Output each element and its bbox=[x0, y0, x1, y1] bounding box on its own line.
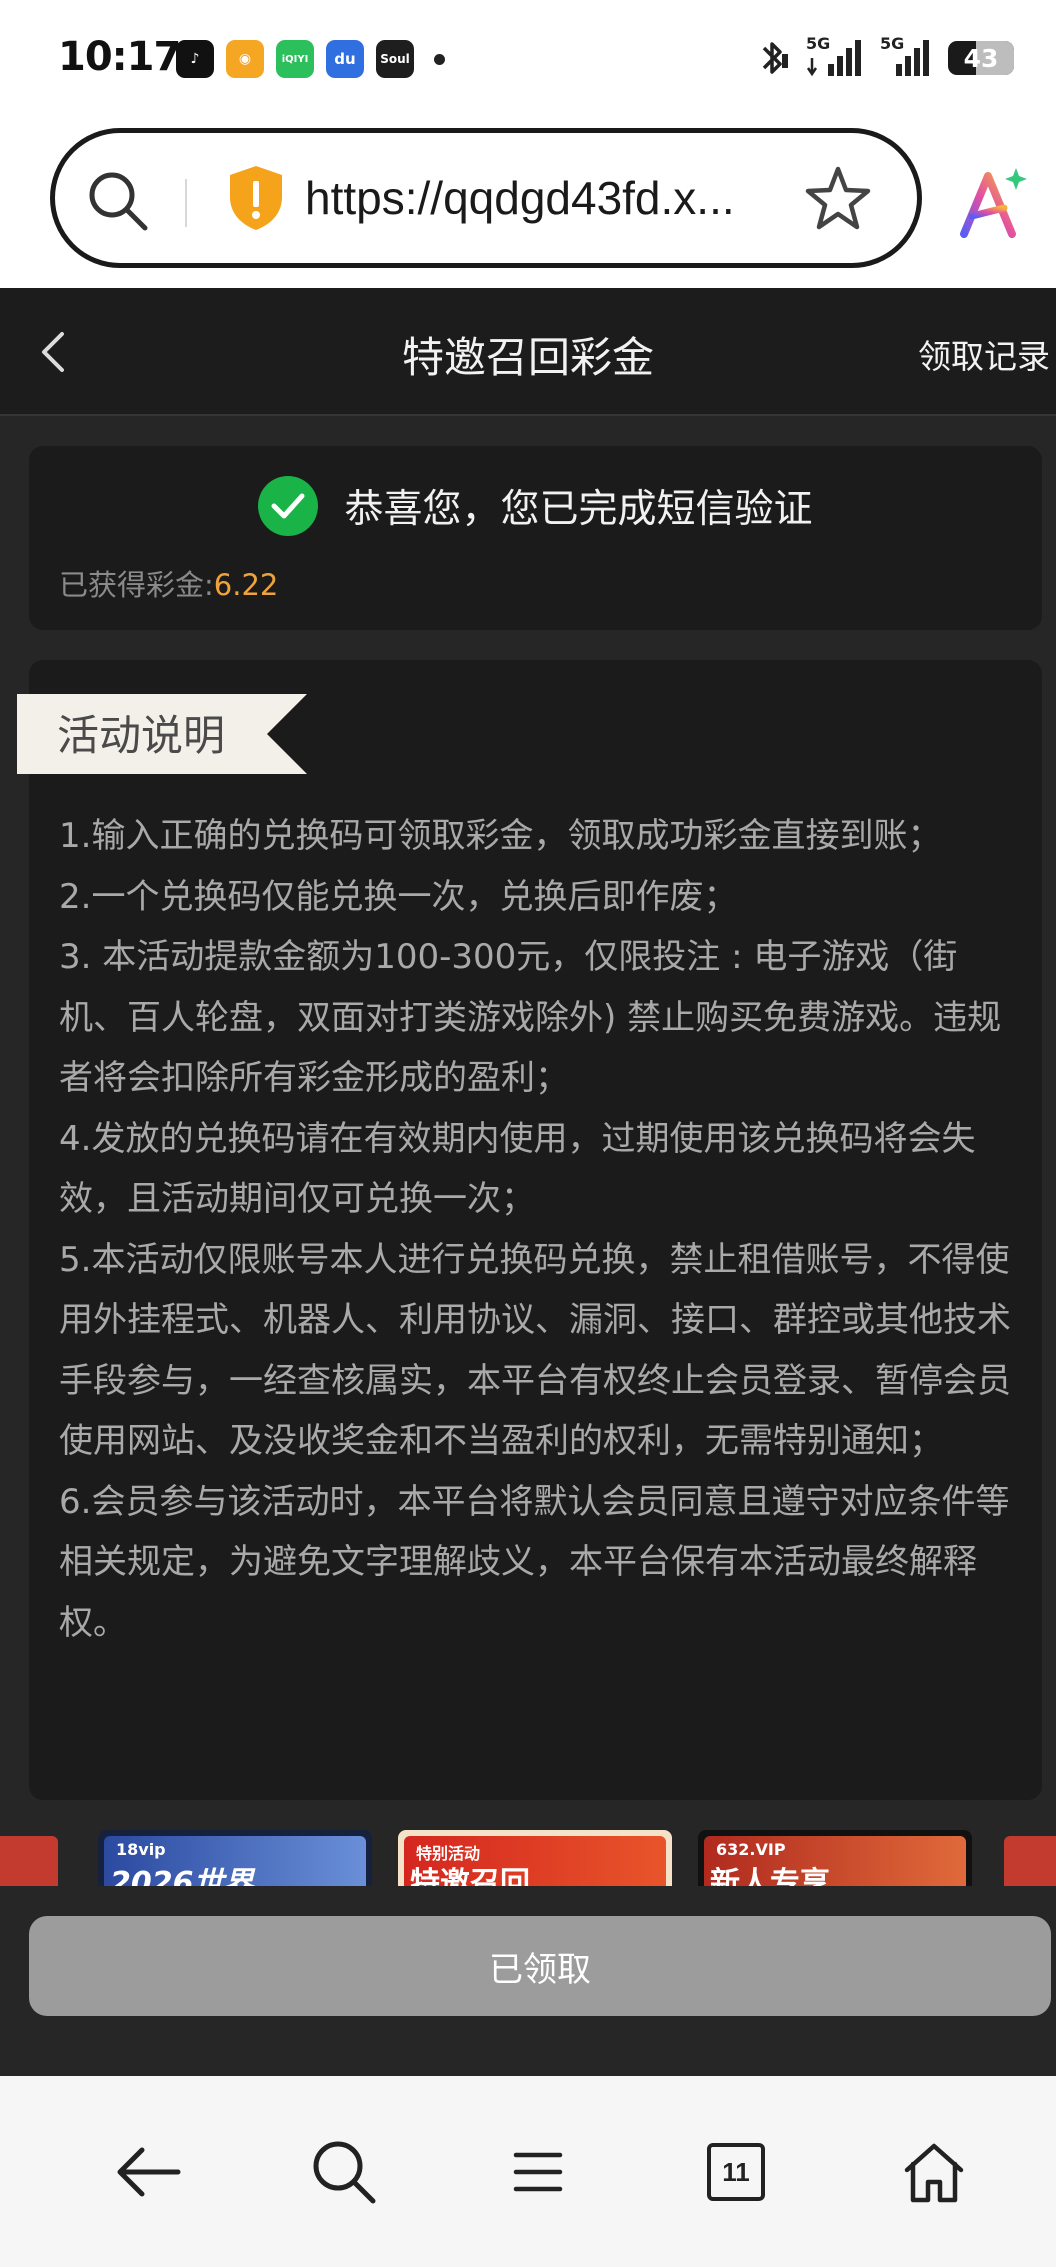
douyin-icon: ♪ bbox=[176, 40, 214, 78]
menu-icon bbox=[513, 2152, 563, 2192]
battery-percent: 43 bbox=[963, 43, 999, 73]
verification-message: 恭喜您，您已完成短信验证 bbox=[344, 487, 813, 532]
url-text[interactable]: https://qqdgd43fd.x... bbox=[305, 171, 735, 225]
claim-area: 已领取 bbox=[0, 1886, 1056, 2076]
address-bar[interactable]: https://qqdgd43fd.x... bbox=[50, 128, 922, 268]
rule-item: 6.会员参与该活动时，本平台将默认会员同意且遵守对应条件等相关规定，为避免文字理… bbox=[59, 1481, 1010, 1643]
rule-item: 4.发放的兑换码请在有效期内使用，过期使用该兑换码将会失效，且活动期间仅可兑换一… bbox=[59, 1118, 976, 1220]
rule-item: 2.一个兑换码仅能兑换一次，兑换后即作废； bbox=[59, 876, 738, 917]
verification-card: 恭喜您，您已完成短信验证 已获得彩金:6.22 bbox=[29, 446, 1042, 630]
nav-back-button[interactable] bbox=[108, 2132, 188, 2212]
ai-assistant-icon[interactable] bbox=[958, 164, 1028, 244]
check-circle-icon bbox=[258, 476, 319, 536]
nav-search-button[interactable] bbox=[304, 2132, 384, 2212]
banner-label: 18vip bbox=[116, 1840, 166, 1859]
rule-item: 3. 本活动提款金额为100-300元，仅限投注 : 电子游戏（街机、百人轮盘，… bbox=[59, 937, 1002, 1098]
browser-bottom-nav: 11 bbox=[0, 2076, 1056, 2267]
promo-banner[interactable]: 特别活动 特邀召回 bbox=[398, 1830, 672, 1886]
activity-rules-card: 活动说明 1.输入正确的兑换码可领取彩金，领取成功彩金直接到账； 2.一个兑换码… bbox=[17, 660, 1042, 1800]
battery-icon: 43 bbox=[948, 41, 1014, 75]
status-bar: 10:17 ♪ ◉ iQIYI du Soul 5G 5G 43 bbox=[0, 0, 1056, 120]
address-divider bbox=[185, 179, 187, 227]
iqiyi-icon: iQIYI bbox=[276, 40, 314, 78]
promo-banner[interactable]: 18vip 2026世界 bbox=[98, 1830, 372, 1886]
bookmark-star-icon[interactable] bbox=[803, 163, 873, 233]
verification-status: 恭喜您，您已完成短信验证 bbox=[29, 476, 1042, 536]
home-icon bbox=[904, 2143, 964, 2203]
nav-home-button[interactable] bbox=[894, 2132, 974, 2212]
baidu-icon: du bbox=[326, 40, 364, 78]
signal-5g-icon-2: 5G bbox=[880, 34, 932, 78]
back-arrow-icon bbox=[117, 2147, 181, 2197]
nav-tabs-button[interactable]: 11 bbox=[696, 2132, 776, 2212]
notification-app-icons: ♪ ◉ iQIYI du Soul bbox=[176, 40, 445, 78]
tabs-icon: 11 bbox=[707, 2143, 765, 2201]
banner-headline: 2026世界 bbox=[110, 1866, 254, 1886]
banner-image bbox=[1004, 1836, 1056, 1886]
rules-tag: 活动说明 bbox=[17, 688, 307, 774]
browser-toolbar: https://qqdgd43fd.x... bbox=[0, 120, 1056, 288]
page-title: 特邀召回彩金 bbox=[401, 333, 654, 382]
more-notifications-dot bbox=[434, 53, 445, 65]
page-header: 特邀召回彩金 领取记录 bbox=[0, 288, 1056, 416]
claim-record-link[interactable]: 领取记录 bbox=[918, 330, 1050, 378]
promo-banner[interactable]: 632.VIP 新人专享 bbox=[698, 1830, 972, 1886]
bluetooth-icon bbox=[762, 42, 788, 74]
banner-image bbox=[0, 1836, 58, 1886]
bonus-label: 已获得彩金: bbox=[59, 568, 214, 602]
rules-tag-label: 活动说明 bbox=[57, 711, 226, 760]
soul-icon: Soul bbox=[376, 40, 414, 78]
signal-5g-icon-1: 5G bbox=[806, 34, 864, 78]
status-time: 10:17 bbox=[58, 34, 181, 80]
banner-headline: 新人专享 bbox=[710, 1866, 830, 1886]
nav-menu-button[interactable] bbox=[498, 2132, 578, 2212]
system-icons: 5G 5G 43 bbox=[756, 34, 1014, 78]
bonus-value: 6.22 bbox=[213, 568, 279, 602]
rule-item: 1.输入正确的兑换码可领取彩金，领取成功彩金直接到账； bbox=[59, 816, 942, 856]
banner-label: 632.VIP bbox=[716, 1840, 786, 1859]
banner-headline: 特邀召回 bbox=[410, 1866, 530, 1886]
search-icon[interactable] bbox=[85, 168, 151, 234]
weibo-icon: ◉ bbox=[226, 40, 264, 78]
rules-list: 1.输入正确的兑换码可领取彩金，领取成功彩金直接到账； 2.一个兑换码仅能兑换一… bbox=[59, 806, 1024, 1653]
promo-banner-carousel[interactable]: 18vip 2026世界 特别活动 特邀召回 632.VIP 新人专享 bbox=[0, 1830, 1056, 1886]
promo-banner[interactable] bbox=[0, 1830, 64, 1886]
tab-count: 11 bbox=[722, 2156, 750, 2187]
rule-item: 5.本活动仅限账号本人进行兑换码兑换，禁止租借账号，不得使用外挂程式、机器人、利… bbox=[59, 1239, 1011, 1462]
promo-banner[interactable] bbox=[998, 1830, 1056, 1886]
search-icon bbox=[313, 2141, 376, 2204]
claimed-button[interactable]: 已领取 bbox=[29, 1916, 1051, 2016]
bonus-amount: 已获得彩金:6.22 bbox=[59, 562, 278, 604]
security-shield-icon[interactable] bbox=[225, 163, 287, 233]
